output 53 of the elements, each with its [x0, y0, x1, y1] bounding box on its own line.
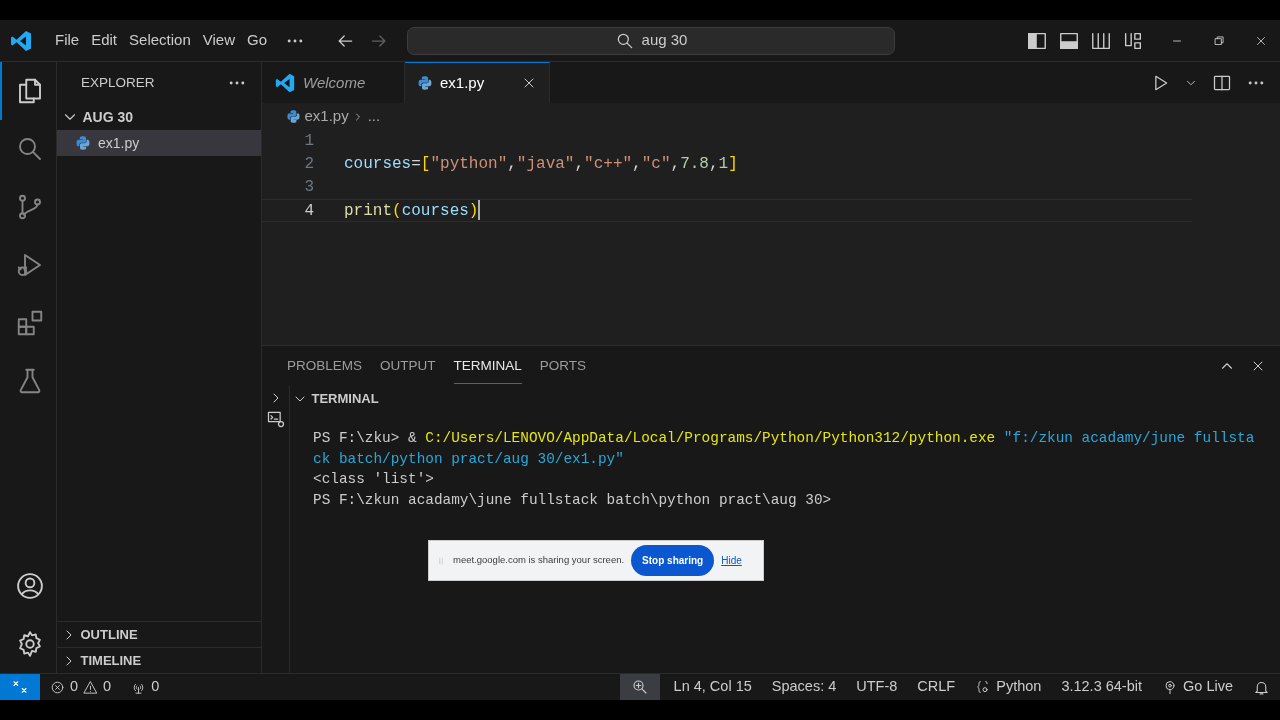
terminal-line: <class 'list'>	[313, 470, 435, 490]
section-header[interactable]: OUTLINE	[57, 621, 261, 647]
panel-tab[interactable]: OUTPUT	[380, 348, 436, 384]
status-item[interactable]: 3.12.3 64-bit	[1051, 674, 1152, 700]
text-cursor	[478, 200, 481, 220]
python-file-icon	[286, 109, 301, 124]
status-item[interactable]: Ln 4, Col 15	[663, 674, 762, 700]
zoom-icon[interactable]	[619, 674, 660, 700]
line-number: 1	[303, 131, 314, 152]
go-live-button[interactable]: Go Live	[1152, 674, 1243, 700]
restore-icon[interactable]	[1212, 33, 1226, 48]
problems-status[interactable]: 0 0	[40, 674, 122, 700]
language-status[interactable]: Python	[965, 674, 1052, 700]
terminal-line: PS F:\zku> & C:/Users/LENOVO/AppData/Local/Programs/Python/Python312/python.exe "f:/zkun acadamy/june fullsta	[313, 429, 1256, 448]
warning-icon	[83, 679, 99, 695]
app-logo	[274, 72, 296, 94]
panel-tab[interactable]: TERMINAL	[453, 348, 522, 384]
broadcast-icon	[1162, 679, 1178, 695]
stop-sharing-button[interactable]: Stop sharing	[631, 545, 715, 576]
breadcrumb-item[interactable]: ex1.py	[304, 105, 349, 128]
panel-tab[interactable]: PROBLEMS	[287, 348, 363, 384]
menu-item[interactable]: File	[49, 25, 86, 56]
menu-item[interactable]: Selection	[123, 25, 197, 56]
menu-item[interactable]: Go	[241, 25, 273, 56]
python-file-icon	[417, 75, 433, 91]
ports-status[interactable]: 0	[121, 674, 170, 700]
search-field[interactable]: aug 30	[407, 26, 895, 55]
breadcrumb-item[interactable]: ...	[367, 105, 381, 128]
editor-tab[interactable]: ex1.py	[405, 62, 550, 103]
line-number: 3	[303, 177, 314, 198]
status-item[interactable]: Spaces: 4	[761, 674, 847, 700]
menu-item[interactable]: View	[196, 25, 241, 56]
sidebar-title: EXPLORER	[81, 73, 155, 92]
code-line: courses=["python","java","c++","c",7.8,1]	[344, 154, 738, 175]
status-item[interactable]: CRLF	[907, 674, 966, 700]
terminal-line: ck batch/python pract/aug 30/ex1.py"	[313, 449, 625, 469]
terminal-header[interactable]: TERMINAL	[290, 386, 1280, 411]
explorer-file-item[interactable]: ex1.py	[57, 130, 261, 156]
hide-link[interactable]: Hide	[721, 553, 742, 568]
panel-tab[interactable]: PORTS	[539, 348, 587, 384]
status-item[interactable]: UTF-8	[846, 674, 908, 700]
terminal-icon[interactable]	[265, 409, 286, 429]
remote-icon[interactable]	[0, 674, 40, 700]
menu-item[interactable]: Edit	[85, 25, 124, 56]
folder-item[interactable]: AUG 30	[57, 104, 261, 130]
line-number: 4	[303, 201, 314, 221]
terminal-line: PS F:\zkun acadamy\june fullstack batch\python pract\aug 30>	[313, 490, 833, 510]
line-number: 2	[303, 154, 314, 175]
error-icon	[50, 679, 65, 695]
share-message: meet.google.com is sharing your screen.	[453, 553, 625, 568]
app-logo	[9, 28, 33, 53]
code-line: print(courses)	[344, 201, 479, 221]
python-file-icon	[75, 135, 91, 151]
